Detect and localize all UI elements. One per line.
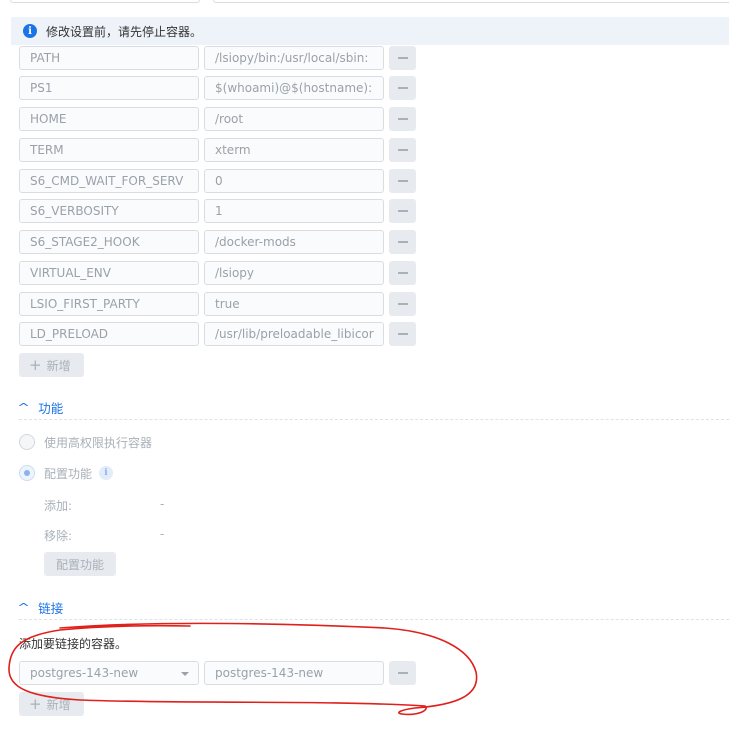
caret-down-icon [181,672,189,676]
env-value-input[interactable]: /lsiopy/bin:/usr/local/sbin: [204,46,384,70]
env-key-input[interactable]: HOME [19,107,199,131]
env-value-input[interactable]: /root [204,107,384,131]
remove-row-button[interactable] [389,230,416,254]
remove-row-button[interactable] [389,107,416,131]
env-value-input[interactable]: $(whoami)@$(hostname): [204,76,384,100]
env-key-input[interactable]: PS1 [19,76,199,100]
plus-icon: + [29,695,42,713]
link-alias-input[interactable]: postgres-143-new [204,661,384,685]
capabilities-title: 功能 [38,401,64,416]
remove-row-button[interactable] [389,199,416,223]
minus-icon [397,672,408,674]
remove-row-button[interactable] [389,76,416,100]
configure-capabilities-button[interactable]: 配置功能 [44,552,116,576]
links-title: 链接 [38,601,64,616]
capabilities-add-key: 添加: [44,499,73,513]
minus-icon [397,272,408,274]
add-link-label: 新增 [46,697,71,712]
minus-icon [397,180,408,182]
top-field-left[interactable] [10,0,200,3]
remove-link-button[interactable] [389,661,416,685]
container-select-value: postgres-143-new [30,666,139,680]
links-description: 添加要链接的容器。 [19,637,128,651]
remove-row-button[interactable] [389,322,416,346]
capabilities-remove-value: - [160,527,165,541]
env-value-input[interactable]: /lsiopy [204,261,384,285]
env-value-input[interactable]: 1 [204,199,384,223]
minus-icon [397,87,408,89]
plus-icon: + [29,356,42,374]
remove-row-button[interactable] [389,292,416,316]
remove-row-button[interactable] [389,261,416,285]
minus-icon [397,303,408,305]
env-value-input[interactable]: true [204,292,384,316]
remove-row-button[interactable] [389,169,416,193]
chevron-up-icon: ^ [17,601,31,614]
minus-icon [397,118,408,120]
remove-row-button[interactable] [389,46,416,70]
env-value-input[interactable]: /usr/lib/preloadable_libicor [204,322,384,346]
remove-row-button[interactable] [389,138,416,162]
capabilities-remove-key: 移除: [44,529,73,543]
configure-capabilities-option[interactable]: 配置功能 i [19,463,114,483]
env-key-input[interactable]: PATH [19,46,199,70]
configure-capabilities-label: 配置功能 [44,466,93,481]
capabilities-add-row: 添加: - [44,497,164,514]
minus-icon [397,210,408,212]
env-key-input[interactable]: TERM [19,138,199,162]
chevron-up-icon: ^ [17,401,31,414]
top-field-right[interactable] [213,0,729,3]
env-key-input[interactable]: LD_PRELOAD [19,322,199,346]
env-key-input[interactable]: VIRTUAL_ENV [19,261,199,285]
container-select[interactable]: postgres-143-new [19,661,199,685]
env-value-input[interactable]: 0 [204,169,384,193]
privileged-label: 使用高权限执行容器 [44,435,153,450]
top-strip [0,0,729,8]
env-key-input[interactable]: LSIO_FIRST_PARTY [19,292,199,316]
add-env-button[interactable]: + 新增 [19,353,84,377]
minus-icon [397,149,408,151]
minus-icon [397,57,408,59]
add-env-label: 新增 [46,358,71,373]
privileged-option[interactable]: 使用高权限执行容器 [19,432,152,452]
capabilities-add-value: - [160,497,165,511]
configure-capabilities-radio[interactable] [19,465,35,481]
env-key-input[interactable]: S6_CMD_WAIT_FOR_SERV [19,169,199,193]
env-value-input[interactable]: /docker-mods [204,230,384,254]
minus-icon [397,333,408,335]
minus-icon [397,241,408,243]
links-section-header[interactable]: ^ 链接 [17,596,729,620]
env-key-input[interactable]: S6_STAGE2_HOOK [19,230,199,254]
notice-text: 修改设置前，请先停止容器。 [46,24,203,39]
info-icon[interactable]: i [99,466,114,480]
notice-banner: i 修改设置前，请先停止容器。 [11,17,729,45]
env-key-input[interactable]: S6_VERBOSITY [19,199,199,223]
privileged-radio[interactable] [19,434,35,450]
info-icon: i [23,24,37,38]
env-value-input[interactable]: xterm [204,138,384,162]
capabilities-remove-row: 移除: - [44,527,164,544]
add-link-button[interactable]: + 新增 [19,692,84,716]
capabilities-section-header[interactable]: ^ 功能 [17,396,729,420]
